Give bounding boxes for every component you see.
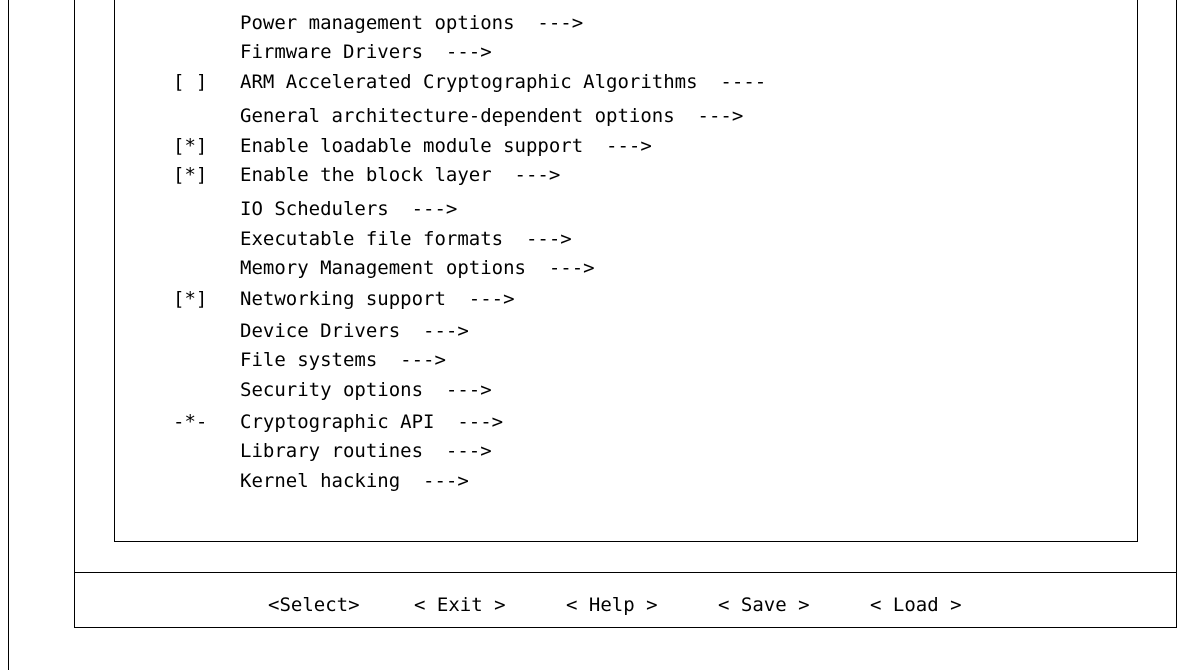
menu-item-label: General architecture-dependent options -… [240, 105, 744, 127]
menu-item-general-arch[interactable]: General architecture-dependent options -… [173, 102, 743, 131]
menu-item-power-management[interactable]: Power management options ---> [173, 9, 583, 38]
exit-button[interactable]: < Exit > [414, 591, 506, 620]
menu-item-label: Cryptographic API ---> [240, 411, 504, 433]
menu-item-loadable-module[interactable]: [*] Enable loadable module support ---> [173, 132, 652, 161]
dialog-left-border [74, 0, 75, 628]
menu-item-firmware-drivers[interactable]: Firmware Drivers ---> [173, 38, 492, 67]
menu-item-library-routines[interactable]: Library routines ---> [173, 437, 492, 466]
menu-item-mark: [*] [173, 135, 208, 157]
menu-item-label: Memory Management options ---> [240, 257, 595, 279]
menu-box-right-border [1137, 0, 1138, 542]
dialog-bottom-border [74, 627, 1176, 628]
menu-item-label: Power management options ---> [240, 12, 584, 34]
menu-item-memory-management[interactable]: Memory Management options ---> [173, 254, 595, 283]
menu-item-io-schedulers[interactable]: IO Schedulers ---> [173, 195, 457, 224]
menu-item-label: Firmware Drivers ---> [240, 41, 492, 63]
menu-item-label: Networking support ---> [240, 288, 515, 310]
menu-item-label: Executable file formats ---> [240, 228, 572, 250]
help-button[interactable]: < Help > [566, 591, 658, 620]
load-button[interactable]: < Load > [870, 591, 962, 620]
menu-item-device-drivers[interactable]: Device Drivers ---> [173, 317, 469, 346]
menu-item-label: Device Drivers ---> [240, 320, 469, 342]
menu-item-label: Enable the block layer ---> [240, 164, 561, 186]
button-bar-separator [74, 572, 1176, 573]
menu-item-security-options[interactable]: Security options ---> [173, 376, 492, 405]
menu-item-arm-crypto[interactable]: [ ] ARM Accelerated Cryptographic Algorit… [173, 68, 766, 97]
menu-item-label: IO Schedulers ---> [240, 198, 458, 220]
menu-item-file-systems[interactable]: File systems ---> [173, 346, 446, 375]
menu-item-mark: -*- [173, 411, 208, 433]
menu-item-cryptographic-api[interactable]: -*- Cryptographic API ---> [173, 408, 503, 437]
menu-box-left-border [114, 0, 115, 542]
menu-item-label: ARM Accelerated Cryptographic Algorithms… [240, 71, 767, 93]
menu-item-label: Library routines ---> [240, 440, 492, 462]
menu-item-label: Enable loadable module support ---> [240, 135, 652, 157]
menu-item-label: Kernel hacking ---> [240, 470, 469, 492]
menu-item-mark: [*] [173, 164, 208, 186]
menu-item-block-layer[interactable]: [*] Enable the block layer ---> [173, 161, 560, 190]
select-button[interactable]: <Select> [268, 591, 360, 620]
screen-left-border [8, 0, 9, 670]
menu-item-label: File systems ---> [240, 349, 446, 371]
menu-item-label: Security options ---> [240, 379, 492, 401]
save-button[interactable]: < Save > [718, 591, 810, 620]
menu-item-mark: [ ] [173, 71, 208, 93]
menu-item-kernel-hacking[interactable]: Kernel hacking ---> [173, 467, 469, 496]
menu-box-bottom-border [114, 541, 1137, 542]
menu-item-networking-support[interactable]: [*] Networking support ---> [173, 285, 515, 314]
menu-item-mark: [*] [173, 288, 208, 310]
dialog-right-border [1176, 0, 1177, 628]
menu-item-executable-formats[interactable]: Executable file formats ---> [173, 225, 572, 254]
